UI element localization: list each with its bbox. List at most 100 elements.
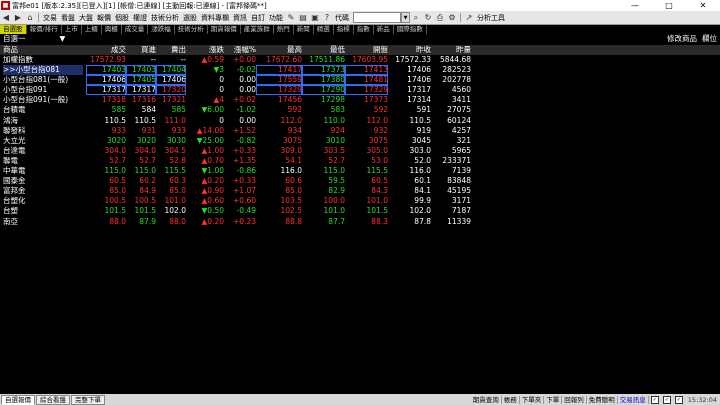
table-row[interactable]: 聯發科 933 931 933 ▲14.00 +1.52 934 924 932 919 4257	[0, 126, 720, 136]
table-row[interactable]: 鴻海 110.5 110.5 111.0 0 0.00 112.0 110.0 112.0 110…	[0, 116, 720, 126]
tab-index[interactable]: 指數	[354, 25, 374, 34]
close-button[interactable]: ✕	[686, 0, 720, 11]
tab-volume[interactable]: 成交量	[122, 25, 149, 34]
table-row[interactable]: 台塑化 100.5 100.5 101.0 ▲0.60 +0.60 103.5 100.0 10…	[0, 196, 720, 206]
checkbox-icon[interactable]: ✓	[650, 395, 659, 404]
menu-trade[interactable]: 交易	[41, 13, 59, 23]
tab-futures[interactable]: 期貨報價	[208, 25, 241, 34]
tab-intl[interactable]: 國際指數	[394, 25, 427, 34]
tab-featured[interactable]: 精選	[314, 25, 334, 34]
forward-icon[interactable]: ▶	[13, 13, 23, 23]
table-row[interactable]: 南亞 88.0 87.9 88.0 ▲0.20 +0.23 88.8 87.7 88.3 87.8…	[0, 217, 720, 227]
menu-news[interactable]: 資訊	[231, 13, 249, 23]
col-last[interactable]: 成交	[86, 45, 126, 55]
row-name[interactable]: 小型台指091(一般)	[3, 95, 83, 105]
edit-items-button[interactable]: 修改商品	[667, 34, 697, 43]
menu-view[interactable]: 看盤	[59, 13, 77, 23]
code-input[interactable]	[353, 12, 401, 23]
refresh-icon[interactable]: ↻	[423, 13, 433, 23]
row-name[interactable]: 中華電	[3, 166, 83, 176]
row-name[interactable]: 加權指數	[3, 55, 83, 65]
row-name[interactable]: 富邦金	[3, 186, 83, 196]
report-bar-button[interactable]: 回報列	[562, 395, 587, 404]
checkbox-icon[interactable]: ✓	[662, 395, 671, 404]
row-name[interactable]: >>小型台指081	[3, 65, 83, 76]
row-name[interactable]: 大立光	[3, 136, 83, 146]
row-name[interactable]: 鴻海	[3, 116, 83, 126]
tab-news[interactable]: 新聞	[294, 25, 314, 34]
tab-rank[interactable]: 報價/排行	[27, 25, 62, 34]
tab-technical[interactable]: 技術分析	[175, 25, 208, 34]
menu-technical[interactable]: 技術分析	[149, 13, 181, 23]
order-button[interactable]: 下單	[544, 395, 563, 404]
table-row[interactable]: 台積電 585 584 585 ▼6.00 -1.02 592 583 592 591 27075	[0, 105, 720, 115]
futures-query-link[interactable]: 期貨查詢	[471, 395, 502, 404]
order-folder-button[interactable]: 下單夾	[520, 395, 545, 404]
table-row[interactable]: 大立光 3020 3020 3030 ▼25.00 -0.82 3075 3010 3075 30…	[0, 136, 720, 146]
analysis-icon[interactable]: ↗	[464, 13, 474, 23]
tab-quote-view[interactable]: 自選報價	[1, 394, 35, 405]
col-bid[interactable]: 買進	[126, 45, 156, 55]
col-qty[interactable]: 昨量	[431, 45, 471, 55]
col-low[interactable]: 最低	[302, 45, 345, 55]
tab-combined-view[interactable]: 綜合看盤	[36, 394, 70, 405]
row-name[interactable]: 小型台指091	[3, 85, 83, 95]
tab-change[interactable]: 漲跌幅	[148, 25, 175, 34]
print-icon[interactable]: ⎙	[435, 13, 445, 23]
col-name[interactable]: 商品	[3, 45, 18, 55]
analysis-tools-menu[interactable]: 分析工具	[475, 13, 507, 23]
window-icon[interactable]: ▣	[310, 13, 320, 23]
search-icon[interactable]: ⌕	[411, 13, 421, 23]
menu-stock[interactable]: 個股	[113, 13, 131, 23]
row-name[interactable]: 台積電	[3, 105, 83, 115]
row-name[interactable]: 台塑化	[3, 196, 83, 206]
row-name[interactable]: 南亞	[3, 217, 83, 227]
tab-industry[interactable]: 產業族群	[241, 25, 274, 34]
pencil-icon[interactable]: ✎	[286, 13, 296, 23]
tab-hot[interactable]: 熱門	[274, 25, 294, 34]
table-row[interactable]: 中華電 115.0 115.0 115.5 ▼1.00 -0.86 116.0 115.0 11…	[0, 166, 720, 176]
table-row[interactable]: 國泰金 60.5 60.2 60.3 ▲0.20 +0.33 60.6 59.5 60.5 60.…	[0, 176, 720, 186]
col-change[interactable]: 漲跌	[186, 45, 224, 55]
checkbox-icon[interactable]: ✓	[674, 395, 683, 404]
table-row[interactable]: 加權指數 17572.93 -- -- ▲0.59 +0.00 17672.60 17511.…	[0, 55, 720, 65]
help-icon[interactable]: ?	[322, 13, 332, 23]
col-pct[interactable]: 漲幅%	[224, 45, 256, 55]
free-broadcast-button[interactable]: 免費聽明	[587, 395, 618, 404]
menu-function[interactable]: 功能	[267, 13, 285, 23]
minimize-button[interactable]: —	[618, 0, 652, 11]
code-dropdown-icon[interactable]: ▼	[401, 12, 410, 23]
tab-watchlist[interactable]: 自選股	[0, 25, 27, 34]
menu-warrant[interactable]: 權證	[131, 13, 149, 23]
tab-indicator[interactable]: 指標	[334, 25, 354, 34]
table-row[interactable]: 小型台指081(一般) 17406 17405 17406 0 0.00 17559 1738…	[0, 75, 720, 86]
chart-icon[interactable]: ▤	[298, 13, 308, 23]
settings-icon[interactable]: ⚙	[447, 13, 457, 23]
menu-quote[interactable]: 報價	[95, 13, 113, 23]
trade-message-button[interactable]: 交易訊息	[618, 395, 649, 404]
tab-emerging[interactable]: 興櫃	[102, 25, 122, 34]
table-row[interactable]: 小型台指091 17317 17317 17320 0 0.00 17329 17290 173…	[0, 85, 720, 96]
menu-custom[interactable]: 自訂	[249, 13, 267, 23]
columns-button[interactable]: 欄位	[702, 34, 717, 43]
back-icon[interactable]: ◀	[1, 13, 11, 23]
table-row[interactable]: 聯電 52.7 52.7 52.8 ▲0.70 +1.35 54.1 52.7 53.0 52.0…	[0, 156, 720, 166]
chevron-down-icon[interactable]: ▼	[60, 34, 66, 43]
row-name[interactable]: 小型台指081(一般)	[3, 75, 83, 85]
home-icon[interactable]: ⌂	[25, 13, 35, 23]
tab-otc[interactable]: 上櫃	[82, 25, 102, 34]
table-row[interactable]: 小型台指091(一般) 17318 17316 17321 ▲4 +0.02 17456 17…	[0, 95, 720, 105]
table-row[interactable]: 富邦金 85.0 84.9 85.0 ▲0.90 +1.07 85.0 82.9 84.3 84.…	[0, 186, 720, 196]
row-name[interactable]: 國泰金	[3, 176, 83, 186]
account-button[interactable]: 帳務	[502, 395, 520, 404]
menu-data[interactable]: 資料專欄	[199, 13, 231, 23]
maximize-button[interactable]: □	[652, 0, 686, 11]
col-ask[interactable]: 賣出	[156, 45, 186, 55]
col-open[interactable]: 開盤	[345, 45, 388, 55]
row-name[interactable]: 台達電	[3, 146, 83, 156]
row-name[interactable]: 聯發科	[3, 126, 83, 136]
row-name[interactable]: 台塑	[3, 206, 83, 216]
row-name[interactable]: 聯電	[3, 156, 83, 166]
group-selector[interactable]: 自選一 ▼	[3, 34, 65, 44]
tab-full-order[interactable]: 完整下單	[71, 394, 105, 405]
